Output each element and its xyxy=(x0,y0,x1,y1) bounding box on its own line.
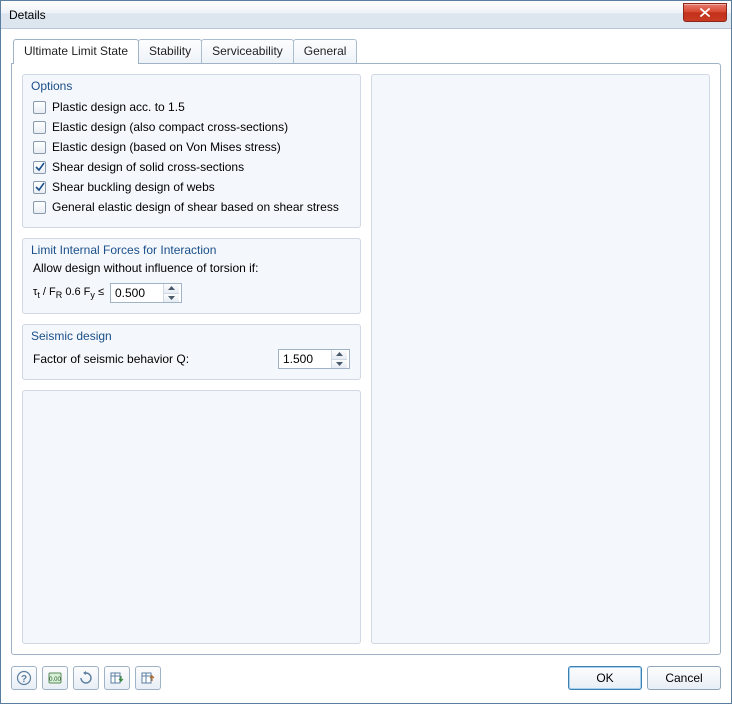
decimals-icon: 0.00 xyxy=(47,670,63,686)
tab-ultimate-limit-state[interactable]: Ultimate Limit State xyxy=(13,39,139,64)
tab-general[interactable]: General xyxy=(293,39,358,63)
checkbox-elastic-compact[interactable] xyxy=(33,121,46,134)
checkbox-plastic-design[interactable] xyxy=(33,101,46,114)
group-seismic: Seismic design Factor of seismic behavio… xyxy=(22,324,361,380)
load-default-button[interactable] xyxy=(104,666,130,690)
svg-text:0.00: 0.00 xyxy=(49,677,61,683)
help-icon: ? xyxy=(16,670,32,686)
group-empty-left xyxy=(22,390,361,644)
client-area: Ultimate Limit State Stability Serviceab… xyxy=(1,29,731,703)
option-shear-solid[interactable]: Shear design of solid cross-sections xyxy=(33,157,350,177)
option-label: Elastic design (based on Von Mises stres… xyxy=(52,140,281,154)
spin-up[interactable] xyxy=(332,350,347,360)
group-seismic-legend: Seismic design xyxy=(31,329,112,343)
option-label: Plastic design acc. to 1.5 xyxy=(52,100,185,114)
dialog-window: Details Ultimate Limit State Stability S… xyxy=(0,0,732,704)
svg-text:?: ? xyxy=(21,674,27,685)
right-column xyxy=(371,74,710,644)
units-button[interactable]: 0.00 xyxy=(42,666,68,690)
option-elastic-vonmises[interactable]: Elastic design (based on Von Mises stres… xyxy=(33,137,350,157)
group-limit-forces: Limit Internal Forces for Interaction Al… xyxy=(22,238,361,314)
table-export-icon xyxy=(140,670,156,686)
group-options-legend: Options xyxy=(31,79,72,93)
checkbox-shear-buckling[interactable] xyxy=(33,181,46,194)
checkbox-elastic-vonmises[interactable] xyxy=(33,141,46,154)
close-icon xyxy=(700,8,710,17)
group-limit-legend: Limit Internal Forces for Interaction xyxy=(31,243,216,257)
table-import-icon xyxy=(109,670,125,686)
seismic-q-spinner[interactable] xyxy=(278,349,350,369)
preview-panel xyxy=(371,74,710,644)
option-shear-buckling[interactable]: Shear buckling design of webs xyxy=(33,177,350,197)
option-label: General elastic design of shear based on… xyxy=(52,200,339,214)
checkbox-shear-solid[interactable] xyxy=(33,161,46,174)
option-plastic-design[interactable]: Plastic design acc. to 1.5 xyxy=(33,97,350,117)
option-label: Elastic design (also compact cross-secti… xyxy=(52,120,288,134)
left-column: Options Plastic design acc. to 1.5 Elast… xyxy=(22,74,361,644)
limit-intro: Allow design without influence of torsio… xyxy=(33,261,350,275)
option-elastic-shear-stress[interactable]: General elastic design of shear based on… xyxy=(33,197,350,217)
spin-down[interactable] xyxy=(332,360,347,369)
tab-stability[interactable]: Stability xyxy=(138,39,202,63)
ok-button[interactable]: OK xyxy=(568,666,642,690)
group-options: Options Plastic design acc. to 1.5 Elast… xyxy=(22,74,361,228)
reset-icon xyxy=(78,670,94,686)
dialog-footer: ? 0.00 xyxy=(11,655,721,693)
spin-down[interactable] xyxy=(164,294,179,303)
seismic-label: Factor of seismic behavior Q: xyxy=(33,352,189,366)
torsion-limit-input[interactable] xyxy=(111,284,163,302)
option-label: Shear design of solid cross-sections xyxy=(52,160,244,174)
spin-up[interactable] xyxy=(164,284,179,294)
option-elastic-compact[interactable]: Elastic design (also compact cross-secti… xyxy=(33,117,350,137)
limit-formula-row: τt / FR 0.6 Fy ≤ xyxy=(33,283,350,303)
limit-formula: τt / FR 0.6 Fy ≤ xyxy=(33,286,104,300)
reset-button[interactable] xyxy=(73,666,99,690)
window-title: Details xyxy=(9,8,683,22)
tabpanel: Options Plastic design acc. to 1.5 Elast… xyxy=(11,63,721,655)
seismic-row: Factor of seismic behavior Q: xyxy=(33,349,350,369)
tab-serviceability[interactable]: Serviceability xyxy=(201,39,294,63)
help-button[interactable]: ? xyxy=(11,666,37,690)
option-label: Shear buckling design of webs xyxy=(52,180,215,194)
torsion-limit-spinner[interactable] xyxy=(110,283,182,303)
close-button[interactable] xyxy=(683,3,727,22)
titlebar: Details xyxy=(1,1,731,29)
save-default-button[interactable] xyxy=(135,666,161,690)
seismic-q-input[interactable] xyxy=(279,350,331,368)
cancel-button[interactable]: Cancel xyxy=(647,666,721,690)
checkbox-elastic-shear-stress[interactable] xyxy=(33,201,46,214)
tabstrip: Ultimate Limit State Stability Serviceab… xyxy=(13,39,721,63)
